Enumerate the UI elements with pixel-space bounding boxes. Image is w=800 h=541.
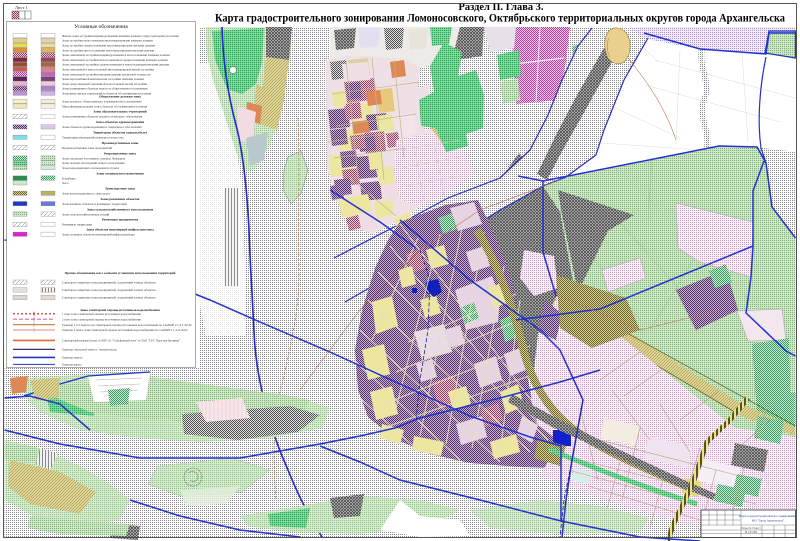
svg-text:МО "Город Архангельск": МО "Город Архангельск"	[752, 519, 785, 523]
svg-text:Территории объектов соцкультбы: Территории объектов соцкультбыта	[93, 131, 147, 135]
svg-text:Зоны зеленых насаждений общего: Зоны зеленых насаждений общего пользован…	[62, 161, 125, 165]
svg-text:Жилые зоны застройки индивидуа: Жилые зоны застройки индивидуальными жил…	[62, 34, 179, 38]
svg-text:Зоны сельскохозяйственного исп: Зоны сельскохозяйственного использования	[87, 207, 154, 211]
svg-text:Карта градостроительного зонир: Карта градостроительного зонирования Лом…	[215, 11, 785, 25]
svg-text:Зоны застройки малоэтажными мн: Зоны застройки малоэтажными многоквартир…	[62, 39, 153, 43]
svg-text:Многофункциональные зоны объек: Многофункциональные зоны объектов обслуж…	[62, 104, 148, 108]
svg-text:Зоны железнодорожного транспор: Зоны железнодорожного транспорта	[62, 192, 111, 196]
svg-text:Режимные территории: Режимные территории	[62, 223, 92, 227]
svg-text:Лист 1: Лист 1	[15, 5, 28, 10]
svg-text:Зоны смешанной застройки средн: Зоны смешанной застройки среднеэтажными …	[62, 63, 169, 67]
svg-text:Зоны смешанной застройки малоэ: Зоны смешанной застройки малоэтажными и …	[62, 58, 168, 62]
svg-text:Зоны сельскохозяйственных угод: Зоны сельскохозяйственных угодий	[62, 212, 109, 216]
svg-text:Граница округа: Граница округа	[62, 355, 83, 359]
svg-text:Производственные зоны: Производственные зоны	[102, 141, 139, 145]
svg-text:Зоны застройки многоэтажными м: Зоны застройки многоэтажными многокварти…	[62, 48, 154, 52]
svg-text:Санитарный разрыв (зона) от ВЗ: Санитарный разрыв (зона) от ВЗУ-31 "Суль…	[62, 338, 181, 342]
svg-text:Зоны военных объектов и режимн: Зоны военных объектов и режимных террито…	[62, 202, 127, 206]
svg-text:Кладбища: Кладбища	[62, 176, 76, 180]
svg-text:Зоны перспективной комплексной: Зоны перспективной комплексной застройки…	[62, 77, 144, 81]
svg-text:Зоны головных объектов инженер: Зоны головных объектов инженерной инфрас…	[62, 233, 134, 237]
svg-text:Зоны существующей смешанной ма: Зоны существующей смешанной малоэтажной …	[62, 82, 147, 86]
svg-text:Зоны размещения объектов жилог: Зоны размещения объектов жилого и общест…	[62, 87, 148, 91]
svg-text:Зоны смешанной и многоэтажной: Зоны смешанной и многоэтажной многокварт…	[62, 68, 154, 72]
svg-text:Граница городской черты г. Арх: Граница городской черты г. Архангельска	[62, 347, 117, 351]
svg-text:Зоны смешанной застройки жилым: Зоны смешанной застройки жилыми домами р…	[62, 72, 151, 76]
svg-text:Транспортные зоны: Транспортные зоны	[105, 187, 135, 191]
svg-text:Зоны объектов здравоохранения: Зоны объектов здравоохранения и социальн…	[62, 125, 142, 129]
svg-text:Граница 3 пояса зоны санитарно: Граница 3 пояса зоны санитарной охраны и…	[62, 328, 188, 332]
svg-text:Производственные зоны предприя: Производственные зоны предприятий	[62, 146, 112, 150]
svg-text:Зоны объектов инженерной инфра: Зоны объектов инженерной инфраструктуры	[86, 228, 154, 232]
svg-text:Рекреационные зоны: Рекреационные зоны	[104, 151, 136, 155]
svg-text:Зоны смешанной застройки индив: Зоны смешанной застройки индивидуальными…	[62, 53, 170, 57]
svg-text:Условные обозначения: Условные обозначения	[74, 23, 128, 30]
svg-text:Зоны размещения объектов средн: Зоны размещения объектов среднего и высш…	[62, 115, 143, 119]
svg-text:1 пояс зоны санитарной охраны: 1 пояс зоны санитарной охраны источников…	[62, 312, 141, 316]
svg-text:Общественно-деловые зоны: Общественно-деловые зоны	[99, 95, 141, 99]
svg-text:Зоны рекреационного назначения: Зоны рекреационного назначения и отдыха	[62, 166, 120, 170]
svg-text:Зоны образовательных учреждени: Зоны образовательных учреждений	[93, 110, 146, 114]
svg-text:Раздел II. Глава 3: Раздел II. Глава 3	[741, 527, 761, 530]
svg-text:Зоны объектов здравоохранения: Зоны объектов здравоохранения	[96, 120, 145, 124]
svg-text:Граница карты: Граница карты	[62, 362, 81, 366]
svg-text:Карта градостроительного зонир: Карта градостроительного зонирования	[739, 514, 797, 518]
svg-text:М 1:25 000: М 1:25 000	[745, 531, 758, 534]
svg-text:2 пояс зоны санитарной охраны: 2 пояс зоны санитарной охраны источников…	[62, 317, 141, 321]
svg-text:Леса: Леса	[62, 181, 69, 185]
svg-text:Зоны специального назначения: Зоны специального назначения	[96, 171, 143, 175]
svg-text:Территории учреждений культуры: Территории учреждений культуры и искусст…	[62, 136, 124, 140]
svg-text:Зоны режимных объектов: Зоны режимных объектов	[101, 197, 140, 201]
svg-text:Режимные предприятия: Режимные предприятия	[102, 218, 138, 222]
svg-text:Прочие обозначения зон с особы: Прочие обозначения зон с особыми условия…	[65, 271, 176, 275]
svg-text:Граница 1 и 2 поясов зон санит: Граница 1 и 2 поясов зон санитарной охра…	[62, 323, 192, 327]
svg-text:Зоны застройки среднеэтажными: Зоны застройки среднеэтажными многокварт…	[62, 44, 155, 48]
